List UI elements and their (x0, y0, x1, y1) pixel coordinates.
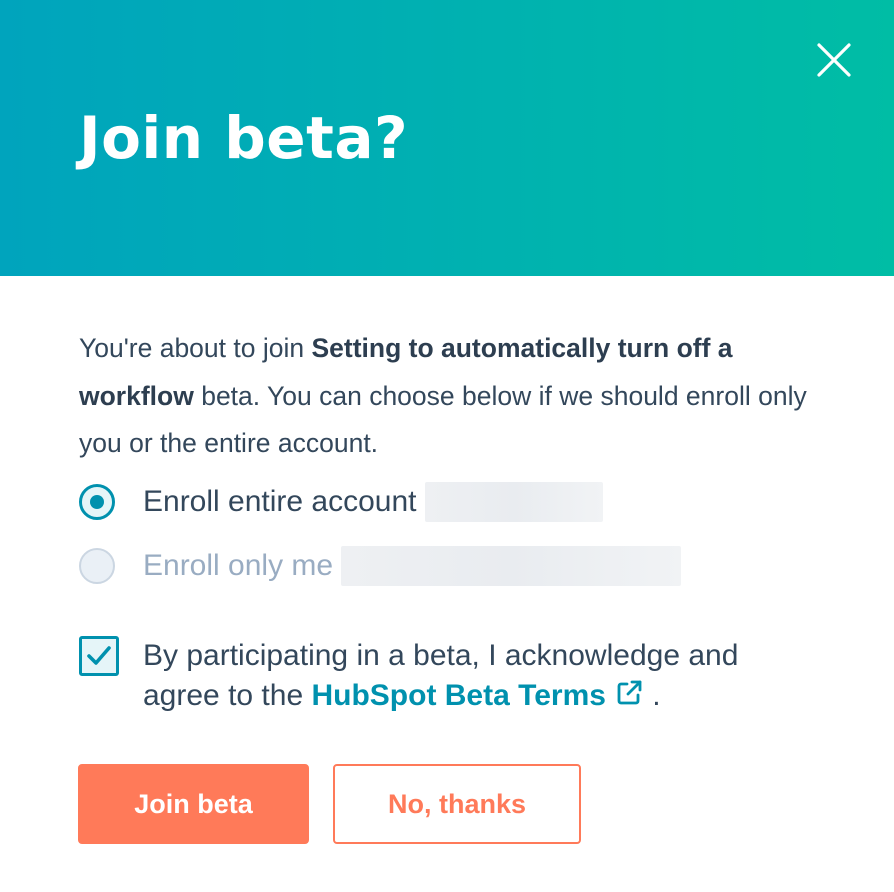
enroll-entire-account-label[interactable]: Enroll entire account (143, 485, 417, 519)
dialog-header: Join beta? (0, 0, 894, 276)
description-prefix: You're about to join (79, 333, 312, 363)
close-icon (817, 43, 851, 77)
terms-text: By participating in a beta, I acknowledg… (143, 636, 803, 716)
beta-terms-link[interactable]: HubSpot Beta Terms (311, 679, 643, 712)
checkmark-icon (87, 646, 111, 665)
enroll-only-me-radio (79, 548, 115, 584)
enroll-option-entire-account[interactable]: Enroll entire account (79, 480, 603, 524)
join-beta-dialog: Join beta? You're about to join Setting … (0, 0, 894, 892)
user-name-redacted (341, 546, 682, 586)
beta-terms-link-label[interactable]: HubSpot Beta Terms (311, 679, 605, 712)
enroll-option-only-me: Enroll only me (79, 544, 682, 588)
terms-agreement: By participating in a beta, I acknowledg… (79, 636, 803, 716)
join-beta-button-label[interactable]: Join beta (134, 789, 253, 820)
external-link-icon[interactable] (614, 678, 644, 708)
join-beta-button[interactable]: Join beta (78, 764, 309, 844)
dialog-title: Join beta? (79, 104, 409, 172)
dialog-description: You're about to join Setting to automati… (79, 325, 819, 468)
enroll-entire-account-radio[interactable] (79, 484, 115, 520)
no-thanks-button-label[interactable]: No, thanks (388, 789, 526, 820)
no-thanks-button[interactable]: No, thanks (333, 764, 581, 844)
terms-checkbox[interactable] (79, 636, 119, 676)
enroll-only-me-label: Enroll only me (143, 549, 334, 582)
close-button[interactable] (814, 40, 854, 80)
account-name-redacted (424, 482, 603, 522)
terms-suffix: . (652, 679, 661, 712)
